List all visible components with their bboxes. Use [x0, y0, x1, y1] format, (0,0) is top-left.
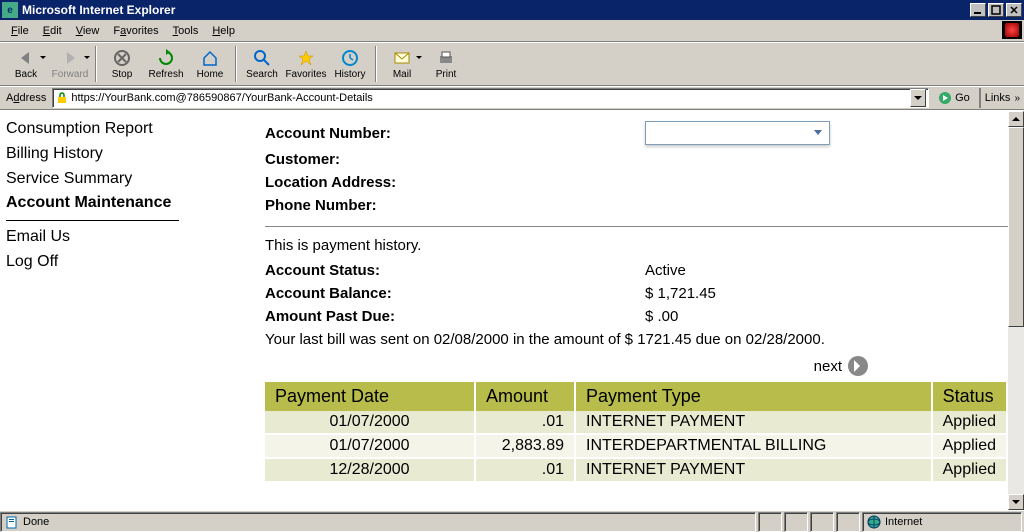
stop-button[interactable]: Stop: [100, 44, 144, 84]
sidebar-item-logoff[interactable]: Log Off: [6, 250, 179, 275]
favorites-button[interactable]: Favorites: [284, 44, 328, 84]
minimize-button[interactable]: [970, 3, 986, 17]
security-zone-cell: Internet: [862, 512, 1022, 532]
phone-label: Phone Number:: [265, 197, 645, 214]
scroll-thumb[interactable]: [1008, 127, 1024, 327]
back-arrow-icon: [16, 48, 36, 68]
status-done-cell: Done: [0, 512, 756, 532]
globe-icon: [867, 515, 881, 529]
menu-view[interactable]: View: [69, 23, 107, 39]
title-bar: e Microsoft Internet Explorer: [0, 0, 1024, 20]
col-payment-date: Payment Date: [265, 382, 475, 411]
back-button[interactable]: Back: [4, 44, 48, 84]
refresh-icon: [156, 48, 176, 68]
history-button[interactable]: History: [328, 44, 372, 84]
status-bar: Done Internet: [0, 510, 1024, 532]
account-balance-label: Account Balance:: [265, 285, 645, 302]
menu-bar: File Edit View Favorites Tools Help: [0, 20, 1024, 42]
search-icon: [252, 48, 272, 68]
history-note: This is payment history.: [265, 237, 1008, 254]
address-label: Address: [0, 92, 52, 104]
throbber-icon: [1002, 21, 1022, 39]
lock-icon: [55, 91, 69, 105]
address-bar: Address https://YourBank.com@786590867/Y…: [0, 86, 1024, 110]
print-icon: [436, 48, 456, 68]
print-button[interactable]: Print: [424, 44, 468, 84]
chevron-down-icon: [809, 124, 827, 142]
status-cell: [810, 512, 834, 532]
amount-past-due-label: Amount Past Due:: [265, 308, 645, 325]
maximize-button[interactable]: [988, 3, 1004, 17]
favorites-icon: [296, 48, 316, 68]
home-icon: [200, 48, 220, 68]
menu-tools[interactable]: Tools: [166, 23, 206, 39]
home-button[interactable]: Home: [188, 44, 232, 84]
last-bill-note: Your last bill was sent on 02/08/2000 in…: [265, 331, 1008, 348]
address-input[interactable]: https://YourBank.com@786590867/YourBank-…: [52, 88, 929, 108]
search-button[interactable]: Search: [240, 44, 284, 84]
col-payment-type: Payment Type: [575, 382, 932, 411]
amount-past-due-value: $ .00: [645, 308, 678, 325]
forward-arrow-icon: [60, 48, 80, 68]
zone-text: Internet: [885, 516, 922, 528]
toolbar-separator: [235, 46, 237, 82]
col-status: Status: [932, 382, 1007, 411]
mail-button[interactable]: Mail: [380, 44, 424, 84]
ie-app-icon: e: [2, 2, 18, 18]
menu-help[interactable]: Help: [205, 23, 242, 39]
col-amount: Amount: [475, 382, 575, 411]
mail-icon: [392, 48, 412, 68]
scroll-up-button[interactable]: [1008, 111, 1024, 127]
payments-table: Payment Date Amount Payment Type Status …: [265, 382, 1008, 483]
account-number-label: Account Number:: [265, 125, 645, 142]
forward-button[interactable]: Forward: [48, 44, 92, 84]
url-text: https://YourBank.com@786590867/YourBank-…: [71, 92, 910, 104]
go-button[interactable]: Go: [933, 88, 975, 108]
menu-favorites[interactable]: Favorites: [106, 23, 165, 39]
table-row: 01/07/2000 2,883.89 INTERDEPARTMENTAL BI…: [265, 434, 1007, 458]
status-cell: [758, 512, 782, 532]
account-status-label: Account Status:: [265, 262, 645, 279]
address-dropdown-button[interactable]: [910, 89, 926, 107]
menu-edit[interactable]: Edit: [36, 23, 69, 39]
sidebar-item-email[interactable]: Email Us: [6, 225, 179, 250]
stop-icon: [112, 48, 132, 68]
status-text: Done: [23, 516, 49, 528]
location-address-label: Location Address:: [265, 174, 645, 191]
account-status-value: Active: [645, 262, 686, 279]
sidebar-item-billing[interactable]: Billing History: [6, 142, 179, 167]
customer-label: Customer:: [265, 151, 645, 168]
scroll-down-button[interactable]: [1008, 494, 1024, 510]
links-button[interactable]: Links: [979, 88, 1024, 108]
divider: [265, 226, 1008, 227]
status-cell: [836, 512, 860, 532]
menu-file[interactable]: File: [4, 23, 36, 39]
close-button[interactable]: [1006, 3, 1022, 17]
table-row: 12/28/2000 .01 INTERNET PAYMENT Applied: [265, 458, 1007, 482]
page-content: Consumption Report Billing History Servi…: [0, 111, 1008, 510]
page-icon: [5, 515, 19, 529]
toolbar-separator: [95, 46, 97, 82]
main-panel: Account Number: Customer: Location Addre…: [185, 111, 1008, 510]
account-balance-value: $ 1,721.45: [645, 285, 716, 302]
sidebar-nav: Consumption Report Billing History Servi…: [0, 111, 185, 510]
table-row: 01/07/2000 .01 INTERNET PAYMENT Applied: [265, 411, 1007, 434]
main-toolbar: Back Forward Stop Refresh Home Search Fa…: [0, 42, 1024, 86]
history-icon: [340, 48, 360, 68]
vertical-scrollbar[interactable]: [1008, 111, 1024, 510]
next-link[interactable]: next: [814, 358, 842, 375]
toolbar-separator: [375, 46, 377, 82]
window-title: Microsoft Internet Explorer: [22, 3, 970, 17]
sidebar-item-consumption[interactable]: Consumption Report: [6, 117, 179, 142]
sidebar-item-account-maintenance[interactable]: Account Maintenance: [6, 191, 179, 221]
sidebar-item-service[interactable]: Service Summary: [6, 167, 179, 192]
status-cell: [784, 512, 808, 532]
account-number-dropdown[interactable]: [645, 121, 830, 145]
refresh-button[interactable]: Refresh: [144, 44, 188, 84]
next-arrow-icon[interactable]: [848, 356, 868, 376]
